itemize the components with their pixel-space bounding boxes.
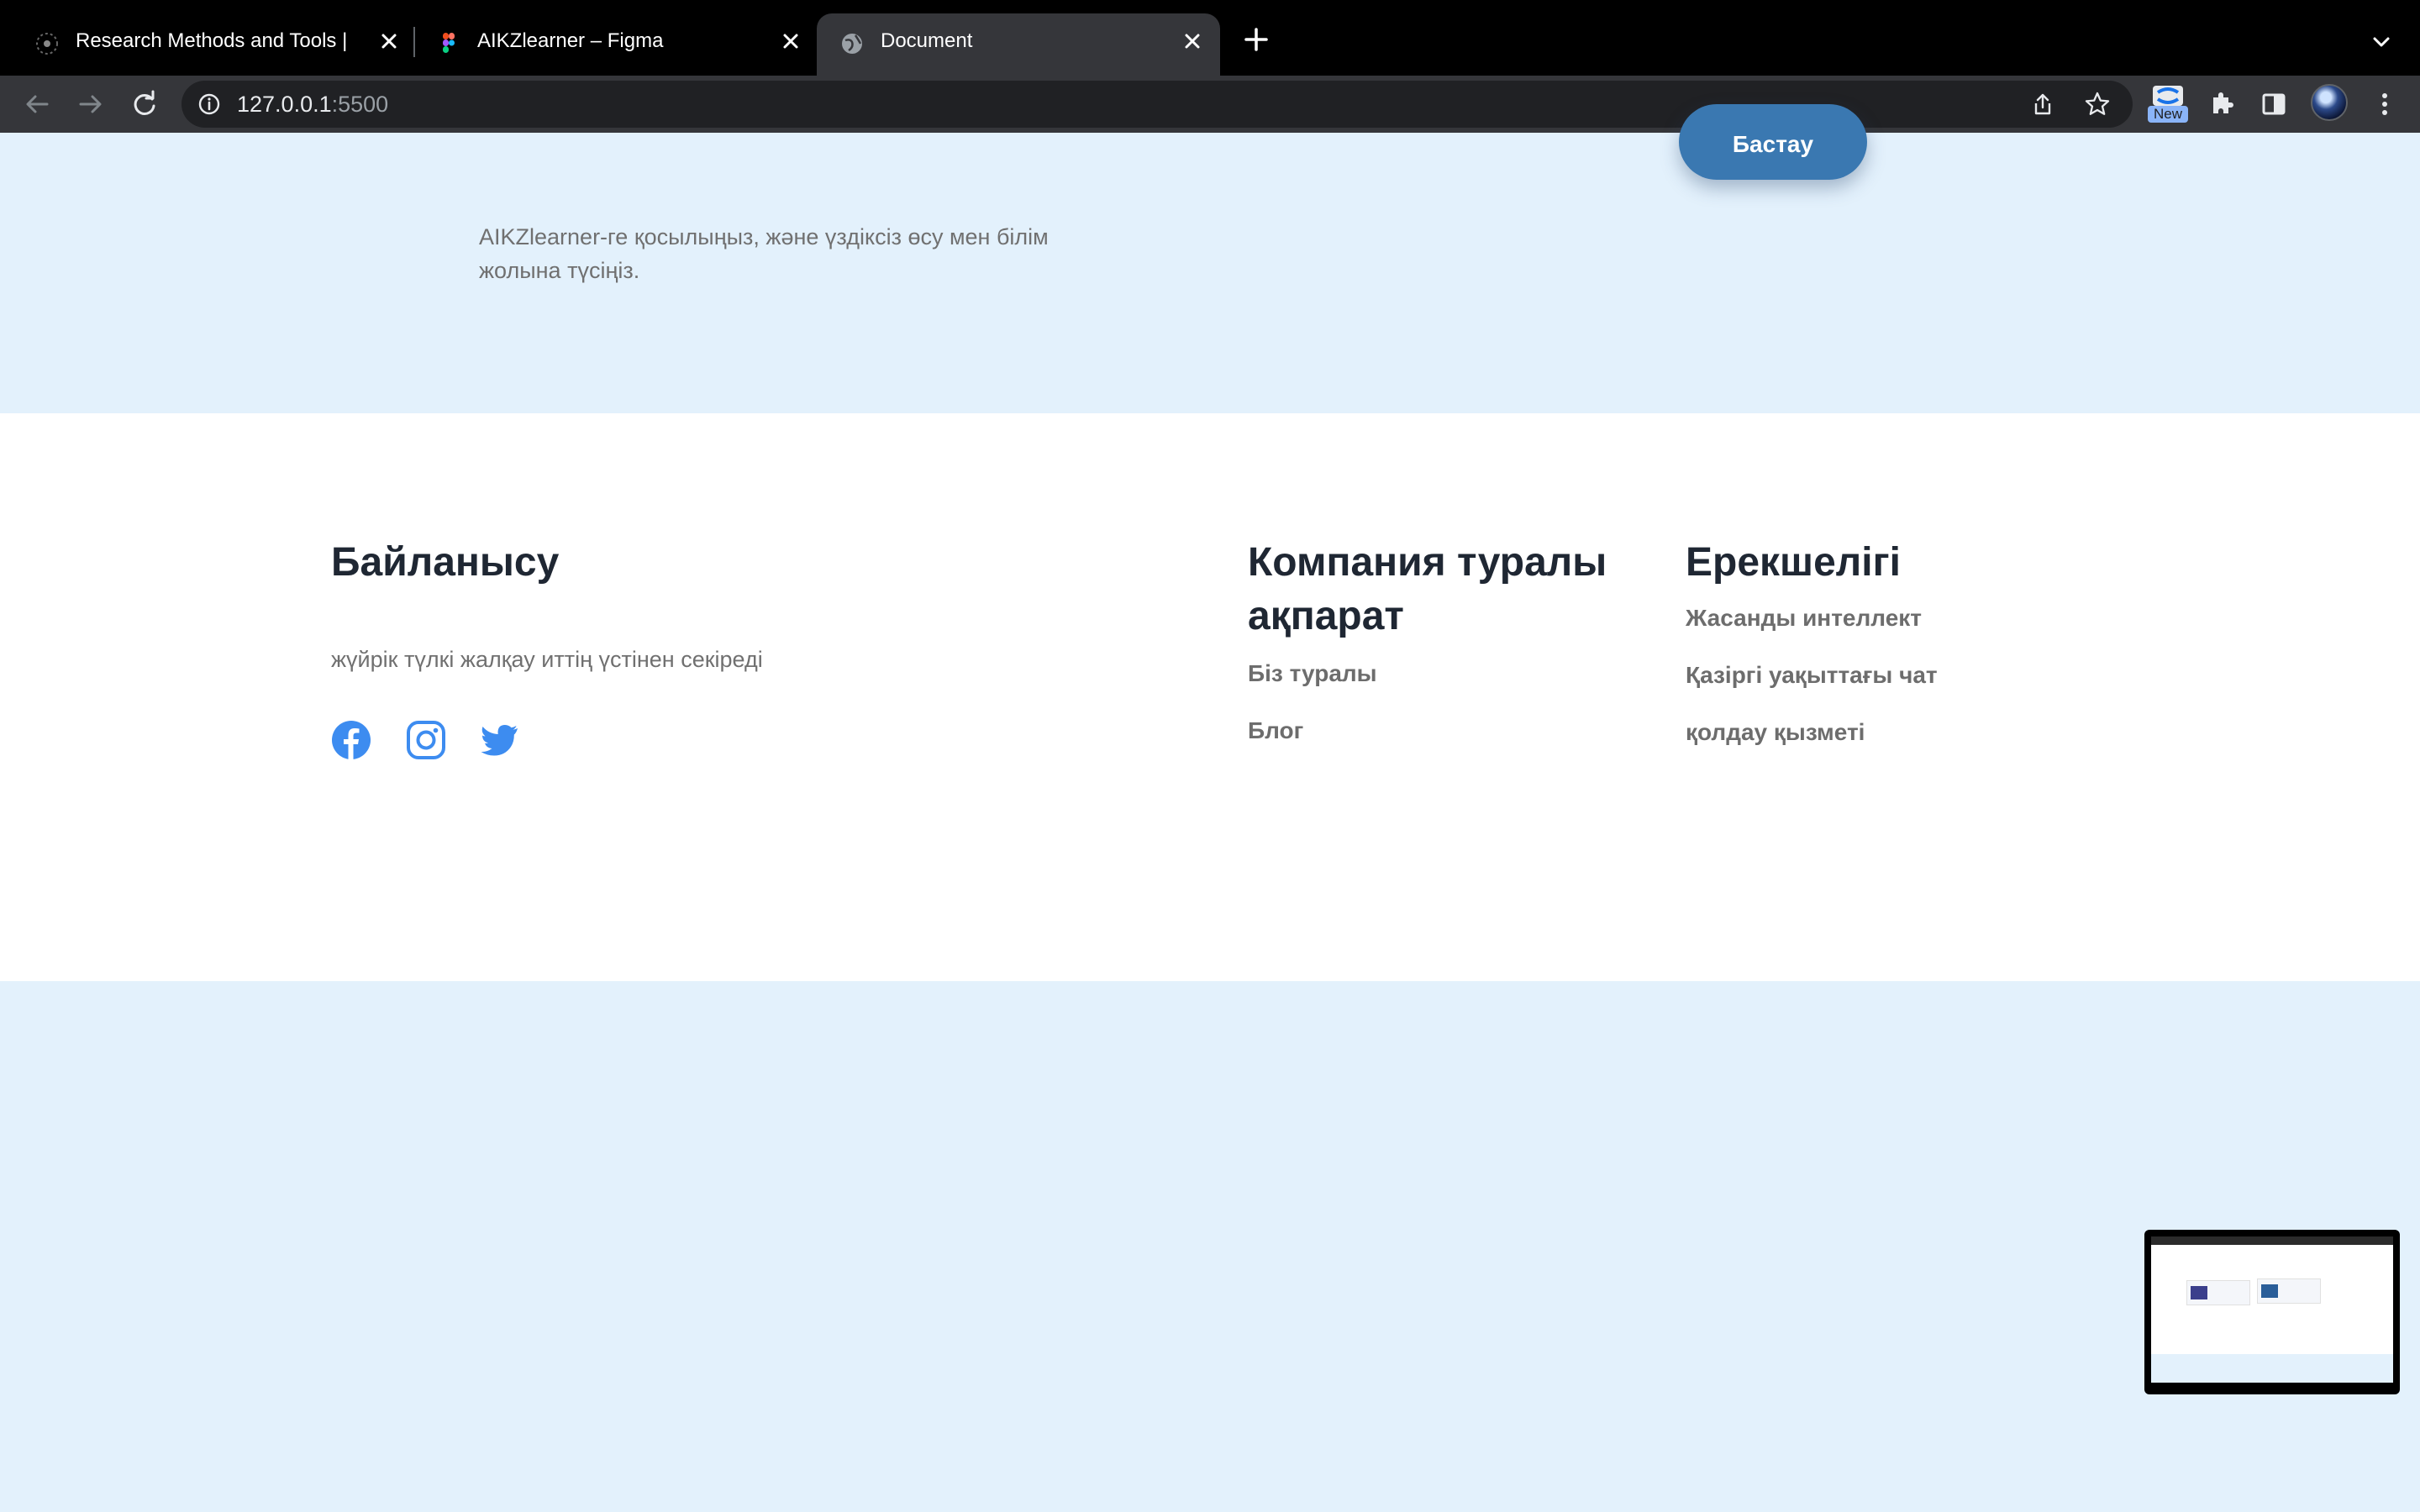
url-text: 127.0.0.1:5500: [237, 81, 388, 128]
footer-link-blog[interactable]: Блог: [1248, 717, 1303, 744]
info-icon[interactable]: [197, 92, 222, 117]
thumbnail-card: [2257, 1278, 2321, 1304]
profile-avatar[interactable]: [2311, 84, 2348, 121]
extension-new-button[interactable]: New: [2148, 84, 2188, 124]
close-icon[interactable]: [376, 29, 402, 54]
kebab-menu-icon[interactable]: [2368, 87, 2402, 121]
browser-toolbar: 127.0.0.1:5500 New: [0, 76, 2420, 133]
contact-title: Байланысу: [331, 540, 560, 585]
side-panel-icon[interactable]: [2257, 87, 2291, 121]
footer: Байланысу жүйрік түлкі жалқау иттің үсті…: [0, 413, 2420, 981]
browser-tab-bar: Research Methods and Tools | AIKZlearner…: [0, 0, 2420, 76]
instagram-icon[interactable]: [405, 719, 447, 761]
bookmark-star-icon[interactable]: [2084, 91, 2111, 118]
web-page: AIKZlearner-ге қосылыңыз, және үздіксіз …: [0, 104, 2420, 1512]
features-title: Ерекшелігі: [1686, 540, 1901, 585]
page-bottom-area: [0, 981, 2420, 1512]
footer-link-support[interactable]: қолдау қызметі: [1686, 719, 1865, 746]
research-favicon-icon: [36, 33, 58, 55]
facebook-icon[interactable]: [330, 719, 372, 761]
new-badge: New: [2148, 106, 2188, 123]
tab-label: Research Methods and Tools |: [76, 29, 348, 52]
url-host: 127.0.0.1: [237, 92, 332, 117]
twitter-icon[interactable]: [479, 719, 521, 761]
tab-figma[interactable]: AIKZlearner – Figma: [413, 13, 812, 76]
close-icon[interactable]: [1180, 29, 1205, 54]
close-icon[interactable]: [778, 29, 803, 54]
back-arrow-icon[interactable]: [20, 87, 54, 121]
puzzle-extensions-icon[interactable]: [2205, 87, 2238, 121]
tab-label: AIKZlearner – Figma: [477, 29, 664, 52]
new-tab-plus-icon[interactable]: [1242, 25, 1270, 54]
tab-document[interactable]: Document: [817, 13, 1220, 76]
screenshot-preview-thumbnail[interactable]: [2144, 1230, 2400, 1394]
footer-link-ai[interactable]: Жасанды интеллект: [1686, 605, 1922, 632]
thumbnail-card-image: [2261, 1284, 2278, 1298]
thumbnail-card-image: [2191, 1286, 2207, 1299]
footer-link-about[interactable]: Біз туралы: [1248, 660, 1377, 687]
tab-label: Document: [881, 29, 973, 52]
tab-research-methods[interactable]: Research Methods and Tools |: [12, 13, 410, 76]
chevron-down-icon[interactable]: [2368, 29, 2395, 55]
globe-favicon-icon: [842, 34, 862, 54]
thumbnail-header-bar: [2151, 1236, 2393, 1245]
forward-arrow-icon[interactable]: [74, 87, 108, 121]
reload-icon[interactable]: [128, 87, 161, 121]
cta-section: AIKZlearner-ге қосылыңыз, және үздіксіз …: [0, 133, 2420, 413]
figma-favicon-icon: [443, 33, 455, 53]
contact-description: жүйрік түлкі жалқау иттің үстінен секіре…: [331, 647, 763, 672]
url-port: :5500: [331, 92, 389, 117]
thumbnail-card: [2186, 1280, 2250, 1305]
thumbnail-screen: [2151, 1236, 2393, 1383]
cta-description: AIKZlearner-ге қосылыңыз, және үздіксіз …: [479, 224, 1049, 283]
company-title: Компания туралы ақпарат: [1248, 540, 1607, 638]
footer-link-chat[interactable]: Қазіргі уақыттағы чат: [1686, 662, 1938, 689]
share-icon[interactable]: [2030, 92, 2055, 117]
thumbnail-footer-band: [2151, 1354, 2393, 1383]
start-button[interactable]: Бастау: [1679, 104, 1867, 180]
